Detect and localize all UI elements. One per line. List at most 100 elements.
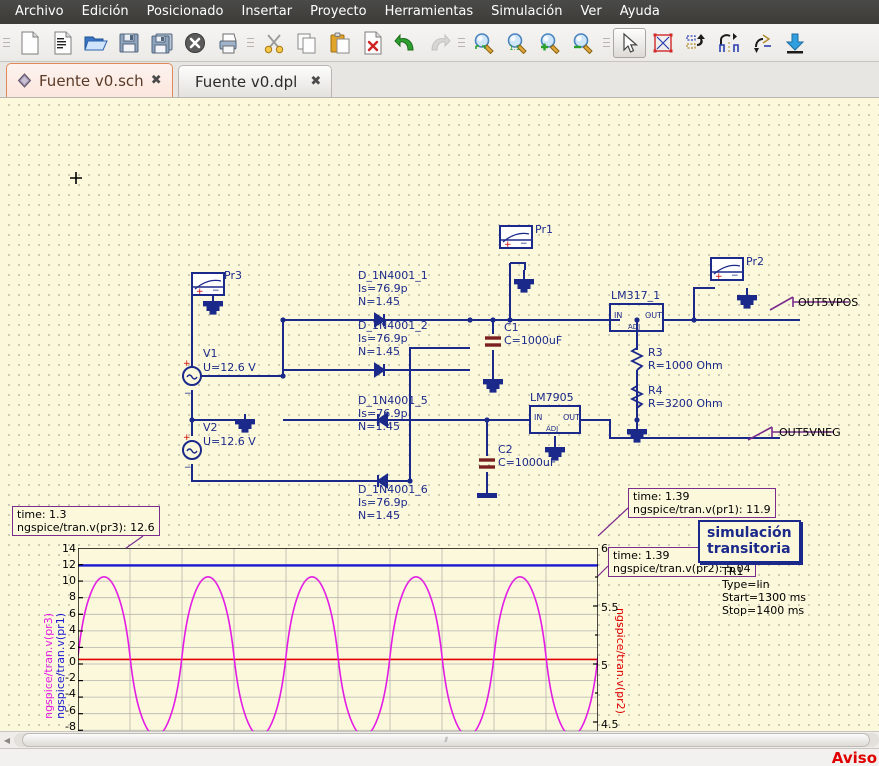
svg-text:IN: IN [614,311,622,320]
menu-bar: Archivo Edición Posicionado Insertar Pro… [0,0,879,24]
save-all-button[interactable] [145,28,178,58]
rotate-icon [684,32,708,54]
save-icon [118,32,140,54]
svg-text:1:1: 1:1 [509,44,520,52]
open-file-button[interactable] [79,28,112,58]
svg-text:−: − [520,239,528,249]
sim-param-stop: Stop=1400 ms [722,604,805,617]
svg-text:−: − [184,389,192,399]
probe-label-pr1: Pr1 [535,223,553,236]
zoom-out-button[interactable] [567,28,600,58]
copy-button[interactable] [290,28,323,58]
select-all-button[interactable] [646,28,679,58]
document-tab-bar: Fuente v0.sch ✖ Fuente v0.dpl ✖ [0,62,879,98]
menu-posicionado[interactable]: Posicionado [138,1,233,23]
source-label-v2: V2 [203,421,218,434]
net-label-out5vpos[interactable]: OUT5VPOS [798,296,858,309]
undo-arrow-icon [393,32,418,54]
zoom-one-to-one-button[interactable]: 1:1 [501,28,534,58]
svg-text:ADJ: ADJ [628,323,640,331]
select-all-icon [652,32,674,54]
save-all-icon [150,32,174,54]
cut-button[interactable] [257,28,290,58]
probe-label-pr2: Pr2 [746,255,764,268]
svg-text:−: − [731,271,739,281]
insert-download-button[interactable] [778,28,811,58]
scroll-left-arrow-icon[interactable]: ◀ [0,732,14,748]
zoom-in-button[interactable] [534,28,567,58]
right-tick-5: 5 [601,659,608,672]
menu-archivo[interactable]: Archivo [6,1,73,23]
left-tick-m2: -2 [65,671,76,684]
menu-simulacion[interactable]: Simulación [482,1,571,23]
redo-button[interactable] [422,28,455,58]
ic-label-lm7905: LM7905 [530,391,574,404]
source-label-v1: V1 [203,347,218,360]
toolbar-grip-2[interactable] [247,34,254,52]
mirror-vertical-icon [751,32,773,54]
plot-area [78,548,598,731]
zoom-fit-button[interactable] [468,28,501,58]
menu-insertar[interactable]: Insertar [232,1,301,23]
paste-button[interactable] [323,28,356,58]
left-tick-m6: -6 [65,704,76,717]
status-warning-text: Aviso [831,749,877,766]
diode-label-2: D_1N4001_2 [358,319,428,332]
menu-edicion[interactable]: Edición [73,1,138,23]
toolbar-grip-3[interactable] [458,34,465,52]
svg-text:OUT: OUT [563,413,580,422]
toolbar-grip[interactable] [3,34,10,52]
svg-text:OUT: OUT [645,311,662,320]
schematic-file-icon [17,73,32,88]
insert-download-icon [784,32,806,54]
net-connectors [747,296,849,441]
sim-param-tr1: TR1 [722,565,744,578]
tab-fuente-v0-sch[interactable]: Fuente v0.sch ✖ [6,63,173,97]
ic-symbols: IN OUT ADJ IN OUT ADJ [529,303,664,434]
resistor-label-r4: R4 [648,384,663,397]
menu-proyecto[interactable]: Proyecto [301,1,376,23]
zoom-fit-icon [472,32,498,54]
tab-close-icon[interactable]: ✖ [310,74,321,89]
select-tool-button[interactable] [613,27,646,58]
delete-button[interactable] [356,28,389,58]
scrollbar-thumb[interactable]: ⦀ [22,733,870,747]
toolbar-grip-4[interactable] [603,34,610,52]
left-tick-12: 12 [62,558,76,571]
menu-herramientas[interactable]: Herramientas [376,1,483,23]
menu-ayuda[interactable]: Ayuda [611,1,669,23]
diode-is-1: Is=76.9p [358,282,408,295]
right-tick-6: 6 [601,542,608,555]
left-tick-m4: -4 [65,687,76,700]
tab-label: Fuente v0.dpl [195,72,298,91]
close-document-button[interactable] [178,28,211,58]
save-button[interactable] [112,28,145,58]
horizontal-scrollbar[interactable]: ◀ ⦀ [0,731,879,749]
right-tick-5_5: 5.5 [601,601,619,614]
print-button[interactable] [211,28,244,58]
copy-icon [295,32,319,54]
simulation-box-title[interactable]: simulación transitoria [698,520,801,563]
diode-is-5: Is=76.9p [358,407,408,420]
menu-ver[interactable]: Ver [571,1,610,23]
undo-button[interactable] [389,28,422,58]
tab-close-icon[interactable]: ✖ [151,73,162,88]
tab-fuente-v0-dpl[interactable]: Fuente v0.dpl ✖ [178,65,333,97]
zoom-one-to-one-icon: 1:1 [505,32,531,54]
rotate-button[interactable] [679,28,712,58]
scrollbar-track[interactable]: ⦀ [14,733,879,747]
zoom-out-icon [571,32,597,54]
zoom-in-icon [538,32,564,54]
open-folder-icon [83,32,108,54]
new-text-document-button[interactable] [46,28,79,58]
print-icon [216,32,240,54]
probe-label-pr3: Pr3 [224,269,242,282]
mirror-horizontal-icon [717,32,741,54]
new-document-button[interactable] [13,28,46,58]
delete-document-icon [362,31,384,55]
svg-text:+: + [715,272,723,282]
svg-text:−: − [212,286,220,296]
mirror-horizontal-button[interactable] [712,28,745,58]
schematic-canvas[interactable]: + − + − + − + − + − IN OUT ADJ IN OUT AD… [0,98,879,731]
mirror-vertical-button[interactable] [745,28,778,58]
